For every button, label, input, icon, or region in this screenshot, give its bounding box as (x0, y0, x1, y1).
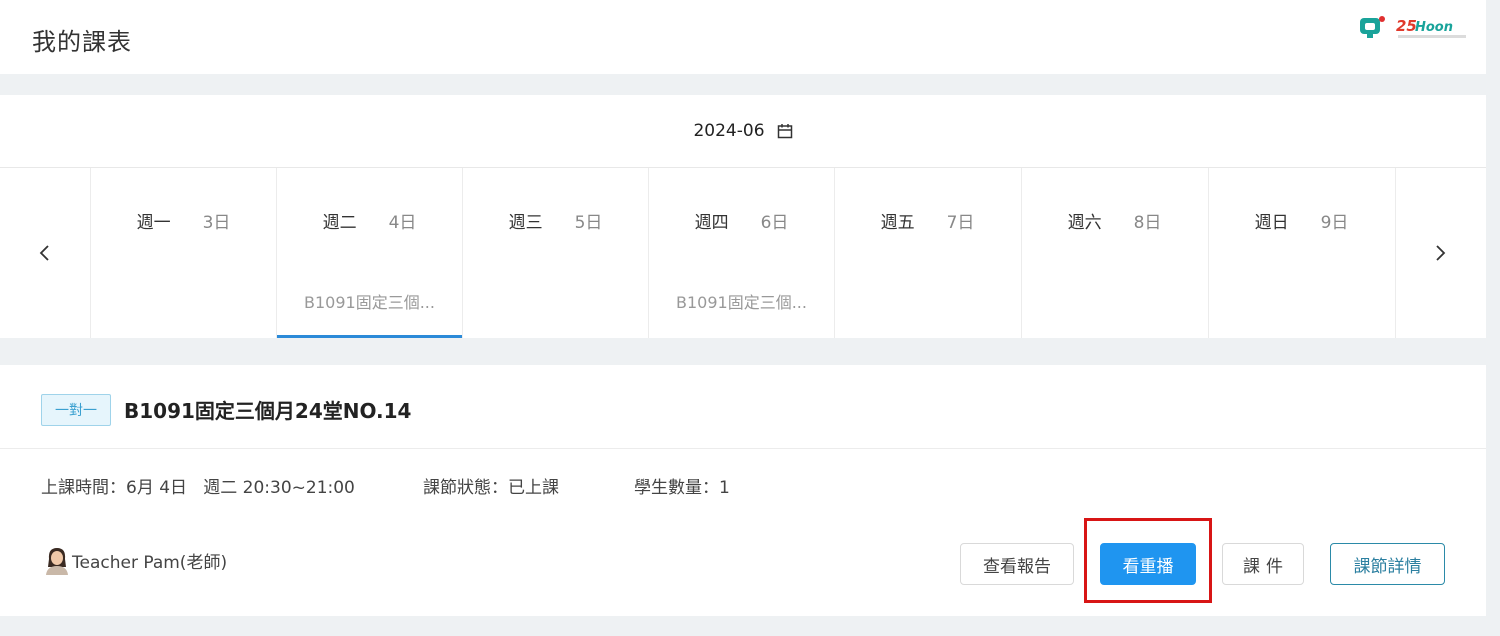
chevron-right-icon (1436, 245, 1446, 261)
day-monday[interactable]: 週一 3日 (90, 168, 276, 338)
day-event[interactable]: B1091固定三個... (649, 289, 834, 313)
day-date: 7日 (946, 213, 975, 233)
day-name: 週二 (322, 213, 357, 233)
calendar-panel: 2024-06 週一 3日 週二 4日 B1091固定三個... 週三 5日 週四 6日… (0, 95, 1486, 338)
day-date: 3日 (202, 213, 231, 233)
view-report-button[interactable]: 查看報告 (960, 543, 1074, 585)
day-date: 6日 (760, 213, 789, 233)
day-name: 週六 (1067, 213, 1102, 233)
calendar-icon[interactable] (777, 123, 793, 139)
month-row: 2024-06 (0, 95, 1486, 168)
page-title: 我的課表 (32, 28, 132, 56)
course-header: 一對一 B1091固定三個月24堂NO.14 (0, 365, 1486, 449)
course-detail-panel: 一對一 B1091固定三個月24堂NO.14 上課時間：6月 4日 週二 20:… (0, 365, 1486, 616)
day-date: 8日 (1133, 213, 1162, 233)
day-name: 週日 (1254, 213, 1289, 233)
day-date: 4日 (388, 213, 417, 233)
day-event[interactable]: B1091固定三個... (277, 289, 462, 313)
teacher-avatar (46, 548, 68, 575)
class-status: 課節狀態：已上課 (423, 478, 559, 498)
brand-logo: 25 Hoon (1360, 16, 1466, 38)
course-title: B1091固定三個月24堂NO.14 (124, 399, 412, 423)
day-name: 週四 (694, 213, 729, 233)
month-label[interactable]: 2024-06 (693, 121, 764, 141)
day-date: 9日 (1320, 213, 1349, 233)
teacher-name: Teacher Pam(老師) (72, 552, 228, 573)
replay-highlight-box (1084, 518, 1212, 603)
svg-text:25: 25 (1396, 17, 1417, 35)
day-friday[interactable]: 週五 7日 (834, 168, 1020, 338)
next-week-button[interactable] (1395, 168, 1485, 338)
student-count: 學生數量：1 (634, 478, 730, 498)
day-name: 週一 (136, 213, 171, 233)
svg-text:Hoon: Hoon (1415, 20, 1453, 35)
day-thursday[interactable]: 週四 6日 B1091固定三個... (648, 168, 834, 338)
chevron-left-icon (39, 245, 49, 261)
day-tuesday[interactable]: 週二 4日 B1091固定三個... (276, 168, 462, 338)
course-type-tag: 一對一 (41, 394, 111, 426)
day-name: 週三 (508, 213, 543, 233)
day-saturday[interactable]: 週六 8日 (1021, 168, 1207, 338)
class-time: 上課時間：6月 4日 週二 20:30~21:00 (41, 478, 355, 498)
course-files-button[interactable]: 課件 (1222, 543, 1304, 585)
prev-week-button[interactable] (0, 168, 90, 338)
page-scrollbar[interactable] (1486, 0, 1500, 636)
day-name: 週五 (880, 213, 915, 233)
page-header: 我的課表 25 Hoon (0, 0, 1486, 74)
day-date: 5日 (574, 213, 603, 233)
day-wednesday[interactable]: 週三 5日 (462, 168, 648, 338)
day-sunday[interactable]: 週日 9日 (1208, 168, 1394, 338)
lesson-detail-button[interactable]: 課節詳情 (1330, 543, 1445, 585)
teacher-info: Teacher Pam(老師) (44, 545, 227, 575)
